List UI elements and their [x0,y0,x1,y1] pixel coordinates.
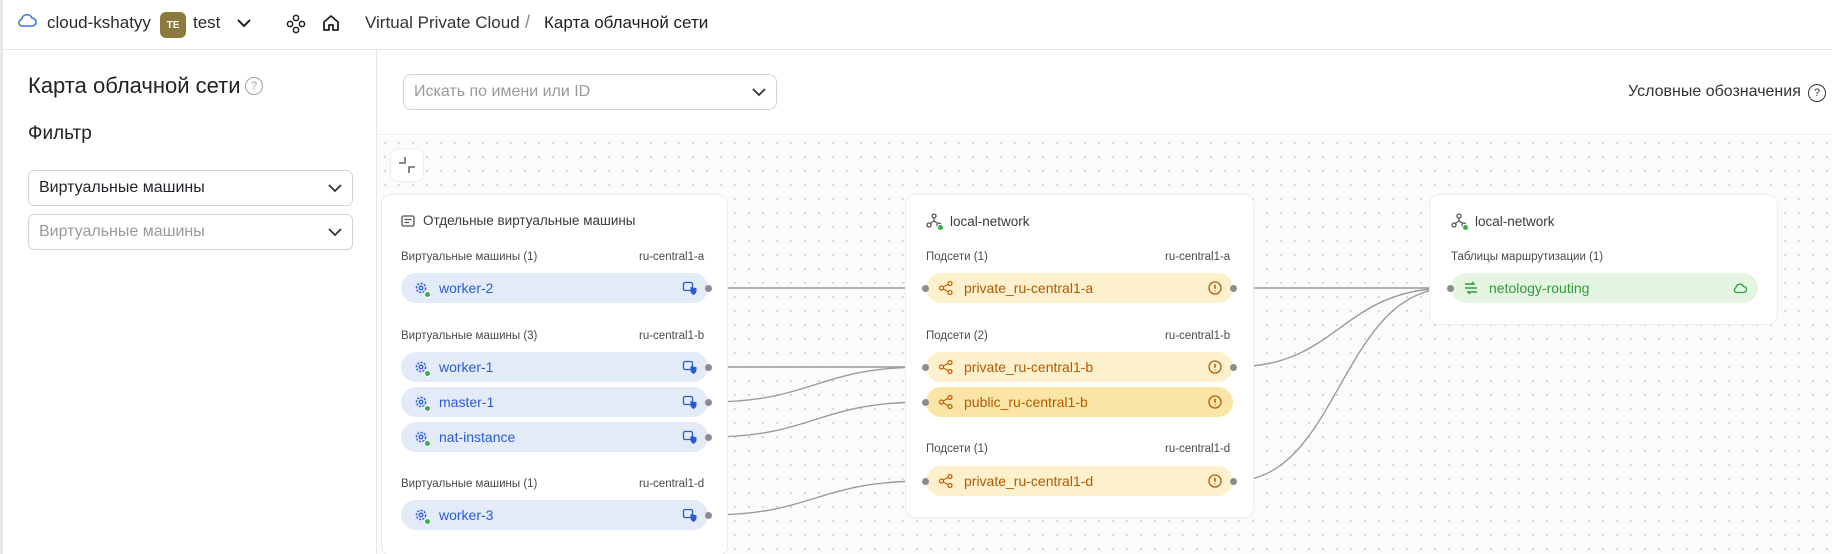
subnet-share-icon [938,394,954,410]
connection-port [922,478,929,485]
connection-port [705,364,712,371]
vm-group-label: Виртуальные машины (1) [401,478,538,490]
vm-gear-icon [413,429,431,447]
vm-group-label: Виртуальные машины (1) [401,251,538,263]
cloud-icon [1732,280,1748,296]
link-subnet-b [1232,287,1452,368]
route-table-icon [1463,280,1479,296]
connection-port [1230,364,1237,371]
link-worker-3 [707,480,927,516]
network-icon [1451,213,1469,231]
link-nat-instance [707,401,927,438]
security-group-icon [682,280,698,296]
subnet-group-zone: ru-central1-b [1165,330,1231,342]
connection-port [705,285,712,292]
info-icon [1207,280,1223,296]
vm-item[interactable]: worker-3 [401,500,708,530]
info-icon [1207,473,1223,489]
network-icon [926,213,944,231]
connection-port [1447,285,1454,292]
connection-port [1230,285,1237,292]
subnet-group-label: Подсети (1) [926,443,988,455]
subnet-group-zone: ru-central1-d [1165,443,1231,455]
subnet-group-zone: ru-central1-a [1165,251,1231,263]
security-group-icon [682,507,698,523]
vm-group-zone: ru-central1-b [639,330,705,342]
security-group-icon [682,429,698,445]
subnet-item[interactable]: private_ru-central1-b [926,352,1233,382]
link-master-1 [707,366,927,403]
vm-gear-icon [413,394,431,412]
connection-port [1230,478,1237,485]
route-table-item[interactable]: netology-routing [1451,273,1758,303]
info-icon [1207,359,1223,375]
vm-group-zone: ru-central1-a [639,251,705,263]
connection-port [922,364,929,371]
vm-group-label: Виртуальные машины (3) [401,330,538,342]
link-subnet-d [1232,287,1452,482]
subnet-group-label: Подсети (1) [926,251,988,263]
subnet-share-icon [938,473,954,489]
security-group-icon [682,359,698,375]
connection-port [705,512,712,519]
vm-item[interactable]: worker-2 [401,273,708,303]
subnet-share-icon [938,359,954,375]
vm-group-zone: ru-central1-d [639,478,705,490]
security-group-icon [682,394,698,410]
info-icon [1207,394,1223,410]
subnet-item[interactable]: private_ru-central1-d [926,466,1233,496]
routing-group-label: Таблицы маршрутизации (1) [1451,251,1604,263]
vm-item[interactable]: master-1 [401,387,708,417]
vm-card-title: Отдельные виртуальные машины [401,213,636,228]
network-card-title: local-network [926,213,1030,231]
server-icon [401,214,415,227]
subnet-share-icon [938,280,954,296]
connection-port [922,285,929,292]
connection-port [705,399,712,406]
vm-gear-icon [413,280,431,298]
subnet-group-label: Подсети (2) [926,330,988,342]
vm-gear-icon [413,507,431,525]
subnet-item[interactable]: public_ru-central1-b [926,387,1233,417]
routing-card-title: local-network [1451,213,1555,231]
vm-item[interactable]: nat-instance [401,422,708,452]
connection-port [705,434,712,441]
vm-gear-icon [413,359,431,377]
subnet-item[interactable]: private_ru-central1-a [926,273,1233,303]
connection-port [922,399,929,406]
vm-item[interactable]: worker-1 [401,352,708,382]
